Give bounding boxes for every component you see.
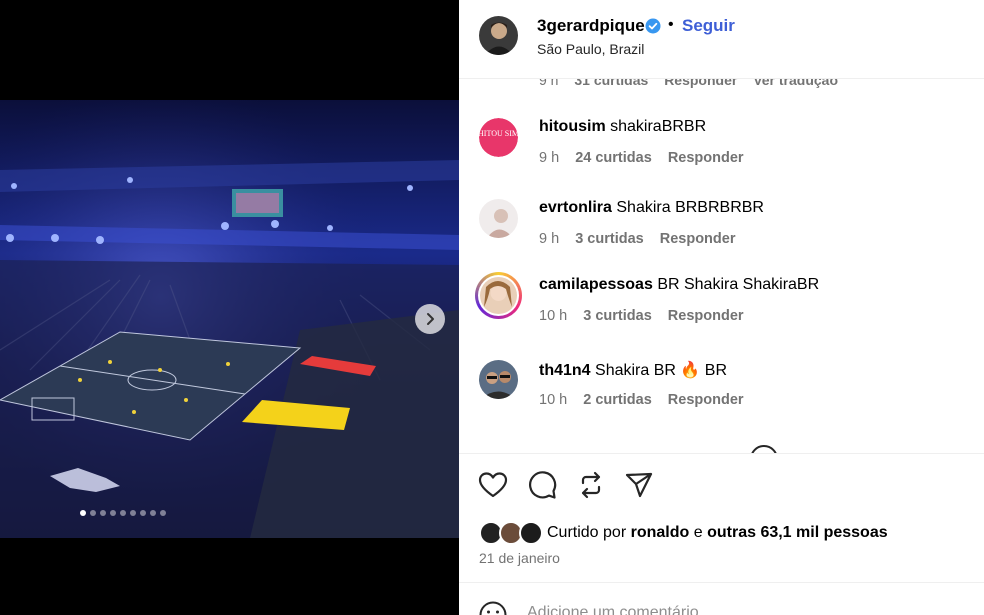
carousel-dot — [80, 510, 86, 516]
avatar[interactable] — [479, 360, 518, 399]
comments-list[interactable]: 9 h 31 curtidas Responder Ver tradução H… — [459, 60, 984, 453]
likes-text: Curtido por ronaldo e outras 63,1 mil pe… — [547, 524, 888, 542]
comment-likes[interactable]: 2 curtidas — [583, 392, 652, 408]
comment-item: HITOU SIM hitousim shakiraBRBR 9 h 24 cu… — [459, 118, 984, 188]
avatar[interactable] — [479, 199, 518, 238]
comment-input[interactable] — [527, 604, 907, 615]
verified-badge-icon — [645, 18, 661, 34]
carousel-dot — [150, 510, 156, 516]
likes-others[interactable]: outras 63,1 mil pessoas — [707, 524, 888, 541]
comment-time: 10 h — [539, 308, 568, 324]
post-header: 3gerardpique • Seguir São Paulo, Brazil — [459, 0, 984, 79]
avatar-story-ring[interactable] — [475, 272, 522, 319]
avatar — [519, 521, 543, 545]
comment-username[interactable]: evrtonlira — [539, 199, 612, 216]
carousel-dot — [130, 510, 136, 516]
comment-text: shakiraBRBR — [610, 118, 707, 135]
likes-summary[interactable]: Curtido por ronaldo e outras 63,1 mil pe… — [479, 520, 888, 546]
comment-text: Shakira BR — [595, 362, 676, 379]
post-panel: 3gerardpique • Seguir São Paulo, Brazil … — [459, 0, 984, 615]
comment-time: 9 h — [539, 150, 560, 166]
comment-likes[interactable]: 3 curtidas — [583, 308, 652, 324]
reply-button[interactable]: Responder — [668, 392, 744, 408]
avatar[interactable] — [479, 16, 518, 55]
avatar — [480, 277, 517, 314]
username-link[interactable]: 3gerardpique — [537, 16, 645, 36]
stadium-photo[interactable] — [0, 100, 459, 538]
comment-likes[interactable]: 24 curtidas — [575, 150, 652, 166]
avatar[interactable]: HITOU SIM — [479, 118, 518, 157]
reply-button[interactable]: Responder — [668, 150, 744, 166]
comment-item: camilapessoas BR Shakira ShakiraBR 10 h … — [459, 272, 984, 346]
comment-composer — [459, 582, 984, 615]
share-icon[interactable] — [624, 470, 654, 500]
separator-dot: • — [668, 16, 674, 33]
location-link[interactable]: São Paulo, Brazil — [537, 41, 644, 57]
repost-icon[interactable] — [576, 470, 606, 500]
comment-username[interactable]: th41n4 — [539, 362, 591, 379]
carousel-dot — [120, 510, 126, 516]
carousel-dot — [90, 510, 96, 516]
chevron-right-icon — [427, 313, 434, 325]
comment-likes[interactable]: 3 curtidas — [575, 231, 644, 247]
emoji-icon[interactable] — [479, 601, 507, 615]
carousel-indicator — [80, 510, 166, 516]
heart-icon[interactable] — [478, 470, 508, 500]
comment-username[interactable]: hitousim — [539, 118, 606, 135]
reply-button[interactable]: Responder — [660, 231, 736, 247]
post-actions: Curtido por ronaldo e outras 63,1 mil pe… — [459, 453, 984, 615]
liker-username[interactable]: ronaldo — [631, 524, 690, 541]
likes-prefix: Curtido por — [547, 524, 627, 541]
post-date[interactable]: 21 de janeiro — [479, 550, 560, 566]
comment-item: evrtonlira Shakira BRBRBRBR 9 h 3 curtid… — [459, 199, 984, 269]
comment-icon[interactable] — [527, 470, 557, 500]
carousel-dot — [110, 510, 116, 516]
reply-button[interactable]: Responder — [668, 308, 744, 324]
comment-text: BR Shakira ShakiraBR — [657, 276, 820, 293]
comment-time: 9 h — [539, 231, 560, 247]
comment-username[interactable]: camilapessoas — [539, 276, 653, 293]
comment-text-after: BR — [704, 362, 728, 379]
avatar-text: HITOU SIM — [479, 129, 518, 138]
carousel-dot — [140, 510, 146, 516]
likes-joiner: e — [693, 524, 703, 541]
comment-time: 10 h — [539, 392, 568, 408]
next-slide-button[interactable] — [415, 304, 445, 334]
carousel-dot — [100, 510, 106, 516]
comment-text: Shakira BRBRBRBR — [616, 199, 764, 216]
post-media — [0, 0, 459, 615]
liker-avatars — [479, 520, 543, 546]
follow-button[interactable]: Seguir — [682, 16, 735, 36]
comment-item: th41n4 Shakira BR 🔥 BR 10 h 2 curtidas R… — [459, 360, 984, 430]
load-more-comments-icon[interactable] — [749, 444, 779, 453]
carousel-dot — [160, 510, 166, 516]
fire-emoji: 🔥 — [680, 362, 701, 379]
